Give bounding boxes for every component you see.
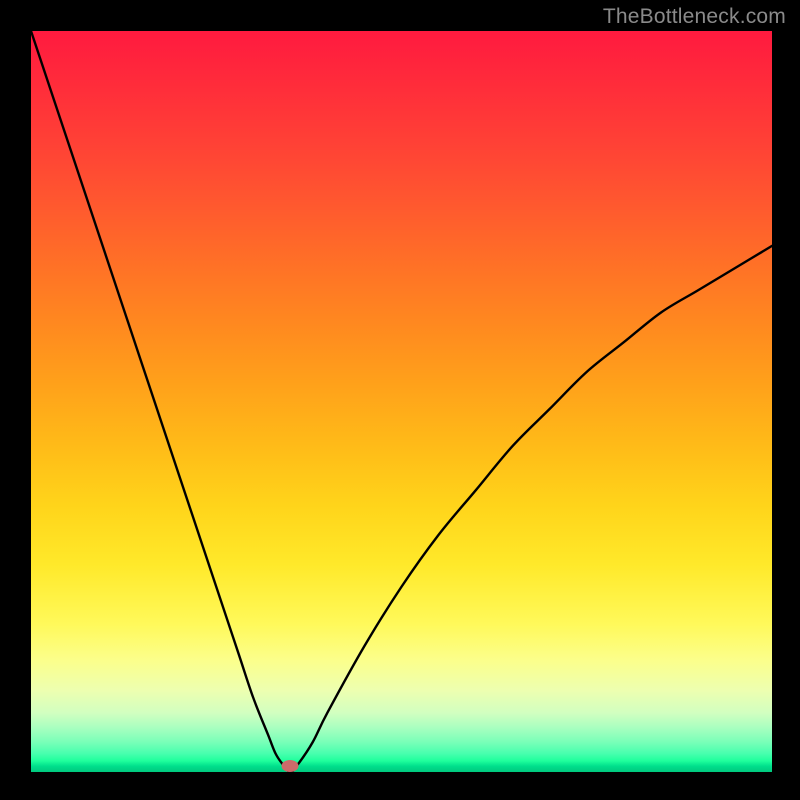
bottleneck-curve bbox=[31, 31, 772, 772]
curve-svg bbox=[31, 31, 772, 772]
minimum-marker bbox=[282, 760, 299, 772]
watermark-text: TheBottleneck.com bbox=[603, 5, 786, 29]
chart-container: TheBottleneck.com bbox=[0, 0, 800, 800]
plot-area bbox=[31, 31, 772, 772]
